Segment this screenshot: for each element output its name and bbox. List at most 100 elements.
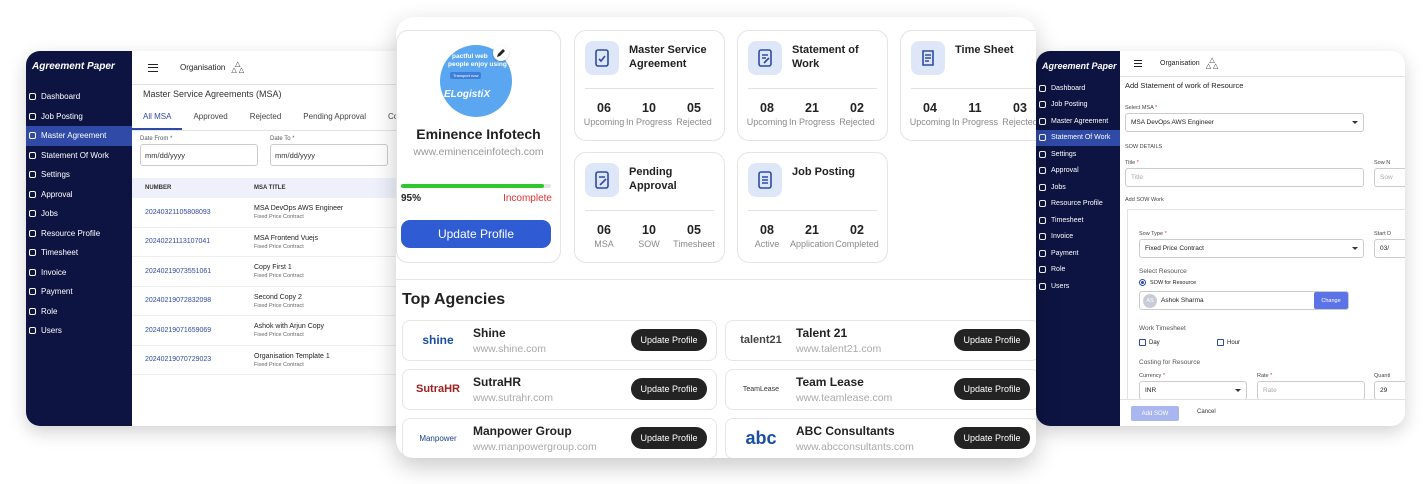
kpi-stat-label: Upcoming <box>746 117 788 127</box>
menu-icon[interactable] <box>1134 60 1142 67</box>
update-profile-button[interactable]: Update Profile <box>631 427 707 449</box>
logo-line-2: people enjoy using <box>448 61 507 68</box>
sidebar-item-label: Master Agreement <box>1051 117 1109 125</box>
table-row[interactable]: 20240219072832098 Second Copy 2 Fixed Pric… <box>132 287 408 316</box>
agency-logo-sutrahr: SutraHR <box>415 383 460 395</box>
sidebar-item-payment[interactable]: Payment <box>1036 245 1120 262</box>
hour-checkbox[interactable]: Hour <box>1217 339 1240 346</box>
sidebar-item-jobs[interactable]: Jobs <box>26 204 132 224</box>
rate-input[interactable]: Rate <box>1257 381 1365 400</box>
sow-type-dropdown[interactable]: Fixed Price Contract <box>1139 239 1364 258</box>
table-row[interactable]: 20240219070729023 Organisation Template 1… <box>132 346 408 375</box>
currency-dropdown[interactable]: INR <box>1139 381 1247 400</box>
sidebar-item-master-agreement[interactable]: Master Agreement <box>26 126 132 146</box>
sidebar-item-label: Jobs <box>41 209 58 219</box>
job-posting-icon <box>748 163 782 197</box>
msa-number-link[interactable]: 20240219071659069 <box>132 327 254 334</box>
sidebar-item-job-posting[interactable]: Job Posting <box>26 107 132 127</box>
table-row[interactable]: 20240219073551061 Copy First 1 Fixed Price… <box>132 257 408 287</box>
contract-type: Fixed Price Contract <box>254 273 304 280</box>
sidebar-item-users[interactable]: Users <box>1036 278 1120 295</box>
kpi-card-statement-of-work[interactable]: Statement of Work 08 Upcoming 21 In Progress… <box>737 30 888 141</box>
sidebar-item-timesheet[interactable]: Timesheet <box>1036 212 1120 229</box>
tab-all-msa[interactable]: All MSA <box>132 107 183 130</box>
edit-icon[interactable] <box>493 45 509 61</box>
update-profile-button[interactable]: Update Profile <box>954 378 1030 400</box>
msa-number-link[interactable]: 20240219070729023 <box>132 356 254 363</box>
sidebar-item-settings[interactable]: Settings <box>1036 146 1120 163</box>
sidebar-item-statement-of-work[interactable]: Statement Of Work <box>1036 129 1120 146</box>
msa-title: MSA Frontend Vuejs <box>254 234 318 242</box>
msa-number-link[interactable]: 20240219073551061 <box>132 268 254 275</box>
kpi-title: Job Posting <box>792 166 855 178</box>
sidebar-item-label: Payment <box>1051 249 1079 257</box>
menu-icon[interactable] <box>148 63 158 72</box>
sow-number-input[interactable]: Sow <box>1374 168 1405 187</box>
kpi-stat: 05 Rejected <box>669 101 719 127</box>
sidebar-item-resource-profile[interactable]: Resource Profile <box>1036 196 1120 213</box>
table-row[interactable]: 20240219071659069 Ashok with Arjun Copy Fi… <box>132 316 408 346</box>
start-date-input[interactable]: 03/ <box>1374 239 1405 258</box>
select-msa-dropdown[interactable]: MSA DevOps AWS Engineer <box>1125 113 1364 132</box>
table-row[interactable]: 20240321105808093 MSA DevOps AWS Engineer… <box>132 198 408 228</box>
sidebar-item-label: Master Agreement <box>41 131 107 141</box>
cancel-button[interactable]: Cancel <box>1197 409 1216 415</box>
left-topbar: Organisation △ △ △ <box>132 51 408 85</box>
jobs-icon <box>1039 183 1046 191</box>
sidebar-item-timesheet[interactable]: Timesheet <box>26 243 132 263</box>
title-input[interactable]: Title <box>1125 168 1364 187</box>
left-main: Master Service Agreements (MSA) All MSA A… <box>132 84 408 426</box>
sidebar-item-invoice[interactable]: Invoice <box>26 263 132 283</box>
day-checkbox[interactable]: Day <box>1139 339 1160 346</box>
sidebar-item-dashboard[interactable]: Dashboard <box>26 87 132 107</box>
kpi-card-master-service-agreement[interactable]: Master Service Agreement 06 Upcoming 10 In P… <box>574 30 725 141</box>
sidebar-item-payment[interactable]: Payment <box>26 282 132 302</box>
sidebar-item-label: Statement Of Work <box>1051 134 1111 142</box>
sidebar-item-resource-profile[interactable]: Resource Profile <box>26 224 132 244</box>
table-row[interactable]: 20240221113107041 MSA Frontend Vuejs Fixed… <box>132 228 408 257</box>
logo-line-1: pactful web <box>452 53 488 60</box>
msa-number-link[interactable]: 20240219072832098 <box>132 297 254 304</box>
update-profile-button[interactable]: Update Profile <box>631 329 707 351</box>
sow-for-resource-radio[interactable]: SOW for Resource <box>1139 279 1196 286</box>
update-profile-button[interactable]: Update Profile <box>631 378 707 400</box>
kpi-card-time-sheet[interactable]: Time Sheet 04 Upcoming 11 In Progress 03 Rejec… <box>900 30 1036 141</box>
date-to-input[interactable]: mm/dd/yyyy <box>270 144 388 166</box>
sidebar-item-jobs[interactable]: Jobs <box>1036 179 1120 196</box>
sidebar-item-master-agreement[interactable]: Master Agreement <box>1036 113 1120 130</box>
agency-logo-abc-consultants: abc <box>745 427 777 448</box>
sow-details-heading: SOW DETAILS <box>1125 144 1163 150</box>
sidebar-item-users[interactable]: Users <box>26 321 132 341</box>
update-profile-button[interactable]: Update Profile <box>954 329 1030 351</box>
kpi-stat: 06 MSA <box>579 223 629 249</box>
add-sow-button[interactable]: Add SOW <box>1131 406 1179 421</box>
msa-number-link[interactable]: 20240321105808093 <box>132 209 254 216</box>
kpi-card-job-posting[interactable]: Job Posting 08 Active 21 Application 02 Comple… <box>737 152 888 263</box>
kpi-stat: 11 In Progress <box>950 101 1000 127</box>
change-button[interactable]: Change <box>1314 292 1348 309</box>
date-from-input[interactable]: mm/dd/yyyy <box>140 144 258 166</box>
sidebar-item-dashboard[interactable]: Dashboard <box>1036 80 1120 97</box>
tab-pending-approval[interactable]: Pending Approval <box>292 107 377 130</box>
kpi-stat-value: 05 <box>687 223 701 237</box>
sidebar-item-settings[interactable]: Settings <box>26 165 132 185</box>
sidebar-item-invoice[interactable]: Invoice <box>1036 229 1120 246</box>
tab-approved[interactable]: Approved <box>182 107 238 130</box>
update-profile-button[interactable]: Update Profile <box>401 220 551 248</box>
kpi-stat: 02 Rejected <box>832 101 882 127</box>
sidebar-item-approval[interactable]: Approval <box>26 185 132 205</box>
update-profile-button[interactable]: Update Profile <box>954 427 1030 449</box>
quantity-input[interactable]: 29 <box>1374 381 1405 400</box>
kpi-stat: 05 Timesheet <box>669 223 719 249</box>
sidebar-item-job-posting[interactable]: Job Posting <box>1036 97 1120 114</box>
msa-number-link[interactable]: 20240221113107041 <box>132 238 254 245</box>
tab-rejected[interactable]: Rejected <box>239 107 293 130</box>
kpi-card-pending-approval[interactable]: Pending Approval 06 MSA 10 SOW 05 Timesheet <box>574 152 725 263</box>
sidebar-item-role[interactable]: Role <box>1036 262 1120 279</box>
sidebar-item-approval[interactable]: Approval <box>1036 163 1120 180</box>
agency-card-manpower-group: Manpower Manpower Group www.manpowergroup.… <box>402 418 717 458</box>
sidebar-item-role[interactable]: Role <box>26 302 132 322</box>
select-msa-label: Select MSA * <box>1125 105 1158 111</box>
sidebar-item-statement-of-work[interactable]: Statement Of Work <box>26 146 132 166</box>
sidebar-item-label: Resource Profile <box>41 228 101 238</box>
